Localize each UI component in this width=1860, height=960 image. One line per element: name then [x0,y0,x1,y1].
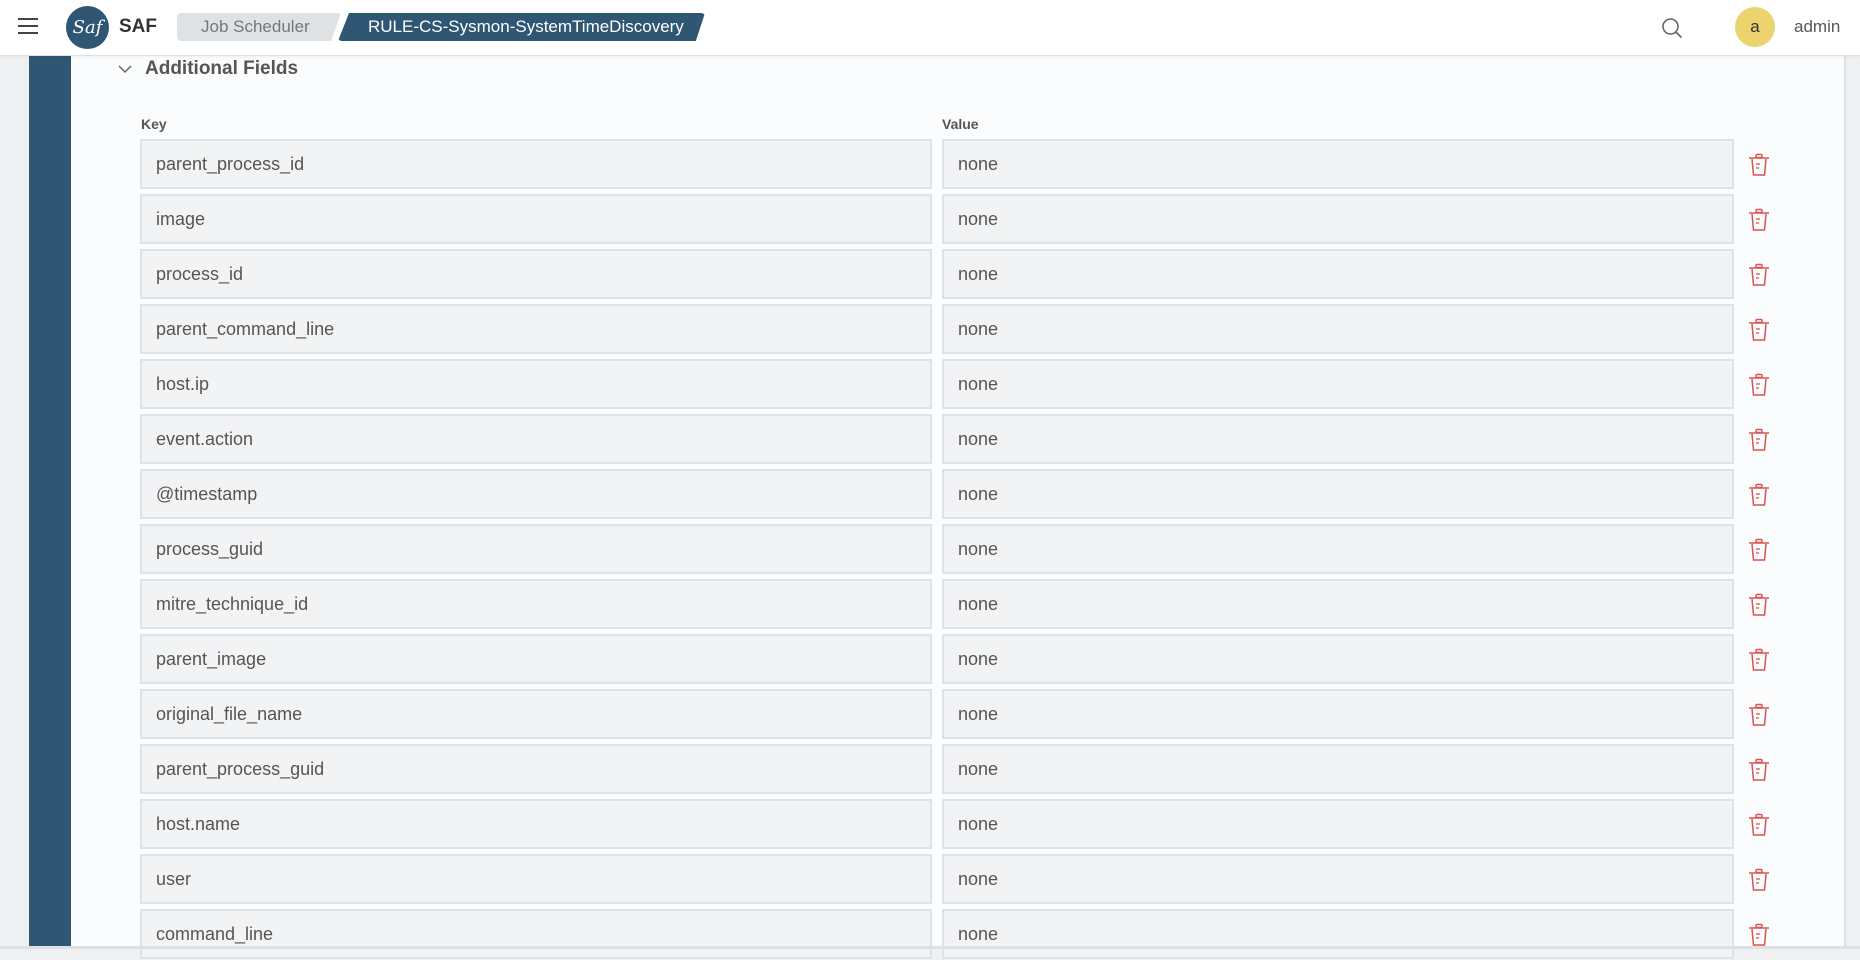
value-input[interactable]: none [942,304,1734,354]
key-input[interactable]: @timestamp [140,469,932,519]
trash-icon[interactable] [1748,263,1770,287]
breadcrumb-job-scheduler[interactable]: Job Scheduler [177,13,341,41]
chevron-down-icon [118,65,132,74]
key-input[interactable]: host.ip [140,359,932,409]
trash-icon[interactable] [1748,153,1770,177]
field-row: host.name none [140,799,1780,850]
trash-icon[interactable] [1748,758,1770,782]
field-row: process_guid none [140,524,1780,575]
key-input[interactable]: parent_image [140,634,932,684]
key-input[interactable]: original_file_name [140,689,932,739]
value-input[interactable]: none [942,689,1734,739]
key-input[interactable]: user [140,854,932,904]
value-input[interactable]: none [942,194,1734,244]
field-row: parent_process_guid none [140,744,1780,795]
key-input[interactable]: command_line [140,909,932,959]
key-input[interactable]: process_guid [140,524,932,574]
trash-icon[interactable] [1748,318,1770,342]
key-input[interactable]: parent_process_id [140,139,932,189]
key-input[interactable]: host.name [140,799,932,849]
key-input[interactable]: parent_process_guid [140,744,932,794]
field-row: command_line none [140,909,1780,960]
section-title: Additional Fields [145,58,299,79]
field-row: original_file_name none [140,689,1780,740]
field-row: event.action none [140,414,1780,465]
brand-name: SAF [119,16,157,37]
trash-icon[interactable] [1748,813,1770,837]
key-column-label: Key [141,116,167,132]
value-input[interactable]: none [942,634,1734,684]
key-input[interactable]: parent_command_line [140,304,932,354]
menu-icon[interactable] [18,18,38,34]
breadcrumb-current-rule[interactable]: RULE-CS-Sysmon-SystemTimeDiscovery [338,13,705,41]
field-row: image none [140,194,1780,245]
trash-icon[interactable] [1748,593,1770,617]
trash-icon[interactable] [1748,703,1770,727]
trash-icon[interactable] [1748,648,1770,672]
key-input[interactable]: mitre_technique_id [140,579,932,629]
value-input[interactable]: none [942,249,1734,299]
value-input[interactable]: none [942,469,1734,519]
field-row: parent_process_id none [140,139,1780,190]
field-row: @timestamp none [140,469,1780,520]
field-row: mitre_technique_id none [140,579,1780,630]
value-input[interactable]: none [942,854,1734,904]
value-input[interactable]: none [942,414,1734,464]
key-input[interactable]: image [140,194,932,244]
trash-icon[interactable] [1748,428,1770,452]
top-bar: Saf SAF Job Scheduler RULE-CS-Sysmon-Sys… [0,0,1860,56]
value-input[interactable]: none [942,744,1734,794]
field-row: host.ip none [140,359,1780,410]
key-input[interactable]: event.action [140,414,932,464]
trash-icon[interactable] [1748,538,1770,562]
value-input[interactable]: none [942,579,1734,629]
field-row: user none [140,854,1780,905]
trash-icon[interactable] [1748,483,1770,507]
avatar[interactable]: a [1735,7,1775,47]
additional-fields-toggle[interactable]: Additional Fields [117,58,298,80]
value-input[interactable]: none [942,139,1734,189]
sidebar-strip [29,56,71,948]
trash-icon[interactable] [1748,373,1770,397]
search-icon[interactable] [1660,16,1684,40]
value-input[interactable]: none [942,359,1734,409]
value-column-label: Value [942,116,979,132]
field-row: process_id none [140,249,1780,300]
field-row: parent_command_line none [140,304,1780,355]
trash-icon[interactable] [1748,923,1770,947]
value-input[interactable]: none [942,799,1734,849]
key-input[interactable]: process_id [140,249,932,299]
value-input[interactable]: none [942,909,1734,959]
trash-icon[interactable] [1748,208,1770,232]
trash-icon[interactable] [1748,868,1770,892]
logo[interactable]: Saf [66,6,109,49]
value-input[interactable]: none [942,524,1734,574]
field-row: parent_image none [140,634,1780,685]
username[interactable]: admin [1794,17,1840,37]
